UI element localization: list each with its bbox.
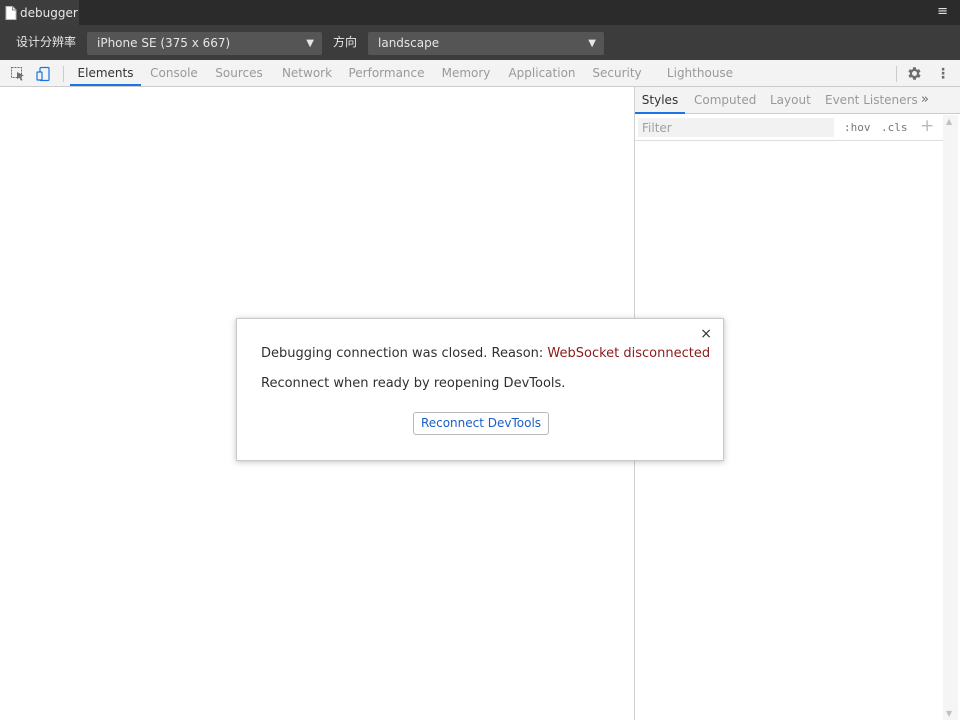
new-style-rule-icon[interactable]: +	[920, 117, 934, 135]
tab-network[interactable]: Network	[276, 60, 338, 86]
document-icon	[5, 5, 17, 20]
dialog-message-prefix: Debugging connection was closed. Reason:	[261, 346, 548, 361]
styles-scrollbar[interactable]: ▲ ▼	[943, 115, 958, 720]
title-bar: debugger ≡	[0, 0, 960, 25]
toolbar-divider	[63, 66, 64, 82]
tab-console[interactable]: Console	[145, 60, 203, 86]
sidebar-tab-strip: Styles Computed Layout Event Listeners »	[635, 87, 960, 114]
tab-performance[interactable]: Performance	[345, 60, 428, 86]
tab-computed[interactable]: Computed	[694, 87, 756, 114]
resolution-select[interactable]: iPhone SE (375 x 667) ▼	[87, 32, 322, 55]
tab-memory[interactable]: Memory	[436, 60, 496, 86]
tab-elements[interactable]: Elements	[70, 60, 141, 86]
window-tab[interactable]: debugger	[0, 0, 79, 25]
more-options-icon[interactable]: ⋮	[936, 66, 950, 82]
tab-layout[interactable]: Layout	[770, 87, 811, 114]
device-toolbar: 设计分辨率 iPhone SE (375 x 667) ▼ 方向 landsca…	[0, 25, 960, 60]
styles-filter-bar: :hov .cls +	[635, 115, 945, 141]
orientation-select[interactable]: landscape ▼	[368, 32, 604, 55]
tab-event-listeners[interactable]: Event Listeners	[825, 87, 918, 114]
toolbar-divider	[896, 66, 897, 82]
reconnect-devtools-button[interactable]: Reconnect DevTools	[413, 412, 549, 435]
tab-styles[interactable]: Styles	[635, 87, 685, 114]
window-tab-title: debugger	[20, 5, 78, 20]
connection-closed-dialog: × Debugging connection was closed. Reaso…	[236, 318, 724, 461]
scroll-down-icon[interactable]: ▼	[946, 709, 952, 718]
tab-application[interactable]: Application	[504, 60, 580, 86]
class-toggle[interactable]: .cls	[881, 121, 908, 134]
orientation-label: 方向	[333, 35, 358, 49]
tab-sources[interactable]: Sources	[211, 60, 267, 86]
gear-icon[interactable]	[906, 65, 923, 82]
tab-lighthouse[interactable]: Lighthouse	[664, 60, 736, 86]
close-icon[interactable]: ×	[700, 326, 712, 342]
device-mode-icon[interactable]	[36, 66, 52, 82]
hover-state-toggle[interactable]: :hov	[844, 121, 871, 134]
chevron-down-icon: ▼	[588, 38, 596, 49]
scroll-up-icon[interactable]: ▲	[946, 117, 952, 126]
dialog-message: Debugging connection was closed. Reason:…	[261, 346, 710, 361]
orientation-value: landscape	[378, 36, 440, 50]
inspect-element-icon[interactable]	[10, 66, 26, 82]
resolution-label: 设计分辨率	[16, 35, 77, 49]
dialog-instruction: Reconnect when ready by reopening DevToo…	[261, 376, 566, 391]
resolution-value: iPhone SE (375 x 667)	[97, 36, 231, 50]
filter-input[interactable]	[638, 118, 834, 137]
chevron-down-icon: ▼	[306, 38, 314, 49]
devtools-tab-strip: Elements Console Sources Network Perform…	[0, 60, 960, 87]
menu-icon[interactable]: ≡	[937, 5, 948, 19]
more-tabs-icon[interactable]: »	[921, 87, 929, 114]
tab-security[interactable]: Security	[588, 60, 646, 86]
disconnect-reason: WebSocket disconnected	[547, 346, 711, 361]
